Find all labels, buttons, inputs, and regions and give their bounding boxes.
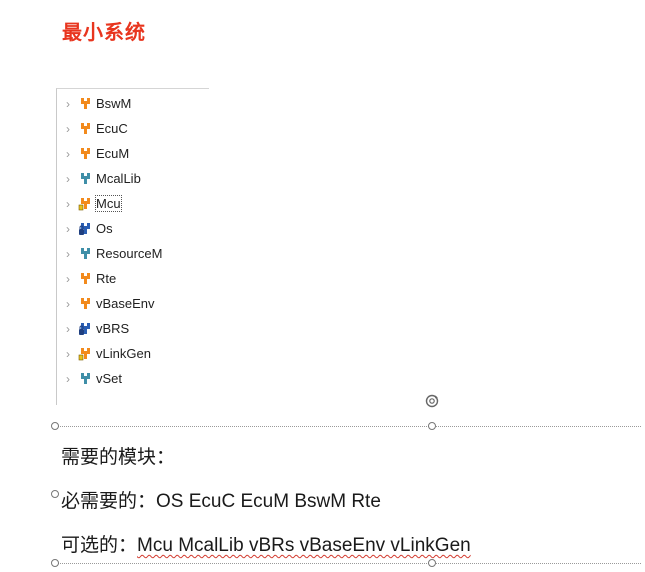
tree-item-vbrs[interactable]: › vBRS [57,316,162,341]
tree-item-label: ResourceM [96,246,163,261]
notes-line-required-modules-title: 需要的模块： [61,446,176,468]
tree-item-label: vBRS [96,321,130,336]
tree-item-mcu[interactable]: › Mcu [57,191,162,216]
resize-handle-middle-left[interactable] [51,490,59,498]
chevron-right-icon[interactable]: › [62,123,74,135]
tree-item-bswm[interactable]: › BswM [57,91,162,116]
chevron-right-icon[interactable]: › [62,373,74,385]
mandatory-modules: OS EcuC EcuM BswM Rte [156,491,381,512]
tree-item-label: EcuC [96,121,128,136]
tree-item-mcallib[interactable]: › McalLib [57,166,162,191]
chevron-right-icon[interactable]: › [62,148,74,160]
resize-handle-top-middle[interactable] [428,422,436,430]
chevron-right-icon[interactable]: › [62,323,74,335]
optional-modules: Mcu McalLib vBRs vBaseEnv vLinkGen [137,535,471,556]
chevron-right-icon[interactable]: › [62,298,74,310]
rotate-handle-icon[interactable] [424,393,440,409]
chevron-right-icon[interactable]: › [62,173,74,185]
chevron-right-icon[interactable]: › [62,248,74,260]
tree-item-label: vBaseEnv [96,296,155,311]
tree-item-label: vLinkGen [96,346,151,361]
tree-item-os[interactable]: › Os [57,216,162,241]
selection-top-border [55,426,641,427]
orange-warning-module-icon [78,346,96,361]
orange-module-icon [78,121,96,136]
orange-module-icon [78,146,96,161]
tree-item-label: EcuM [96,146,130,161]
blue-lock-module-icon [78,221,96,236]
tree-item-label: Mcu [95,195,122,212]
module-tree-panel: › BswM › EcuC › EcuM › McalLib › Mcu › Os › ResourceM… [56,88,209,405]
mandatory-label: 必需要的： [61,490,157,512]
notes-textbox[interactable]: 需要的模块： 必需要的：OS EcuC EcuM BswM Rte 可选的：Mc… [51,422,641,567]
tree-item-ecuc[interactable]: › EcuC [57,116,162,141]
notes-line-optional: 可选的：Mcu McalLib vBRs vBaseEnv vLinkGen [61,530,471,557]
resize-handle-top-left[interactable] [51,422,59,430]
tree-item-ecum[interactable]: › EcuM [57,141,162,166]
teal-module-icon [78,246,96,261]
chevron-right-icon[interactable]: › [62,98,74,110]
tree-item-label: Rte [96,271,117,286]
teal-module-icon [78,171,96,186]
blue-lock-module-icon [78,321,96,336]
tree-item-label: Os [96,221,113,236]
orange-warning-module-icon [78,196,96,211]
teal-module-icon [78,371,96,386]
optional-label: 可选的： [61,534,138,556]
tree-item-label: McalLib [96,171,141,186]
orange-module-icon [78,96,96,111]
tree-item-label: BswM [96,96,132,111]
selection-bottom-border [55,563,641,564]
tree-item-resourcem[interactable]: › ResourceM [57,241,162,266]
tree-item-label: vSet [96,371,123,386]
tree-item-vbaseenv[interactable]: › vBaseEnv [57,291,162,316]
tree-item-vlinkgen[interactable]: › vLinkGen [57,341,162,366]
resize-handle-bottom-left[interactable] [51,559,59,567]
chevron-right-icon[interactable]: › [62,198,74,210]
resize-handle-bottom-middle[interactable] [428,559,436,567]
chevron-right-icon[interactable]: › [62,273,74,285]
module-tree: › BswM › EcuC › EcuM › McalLib › Mcu › Os › ResourceM… [57,91,162,391]
chevron-right-icon[interactable]: › [62,223,74,235]
page-heading: 最小系统 [62,20,146,44]
tree-item-vset[interactable]: › vSet [57,366,162,391]
notes-line-mandatory: 必需要的：OS EcuC EcuM BswM Rte [61,486,381,513]
orange-module-icon [78,296,96,311]
tree-item-rte[interactable]: › Rte [57,266,162,291]
orange-module-icon [78,271,96,286]
chevron-right-icon[interactable]: › [62,348,74,360]
